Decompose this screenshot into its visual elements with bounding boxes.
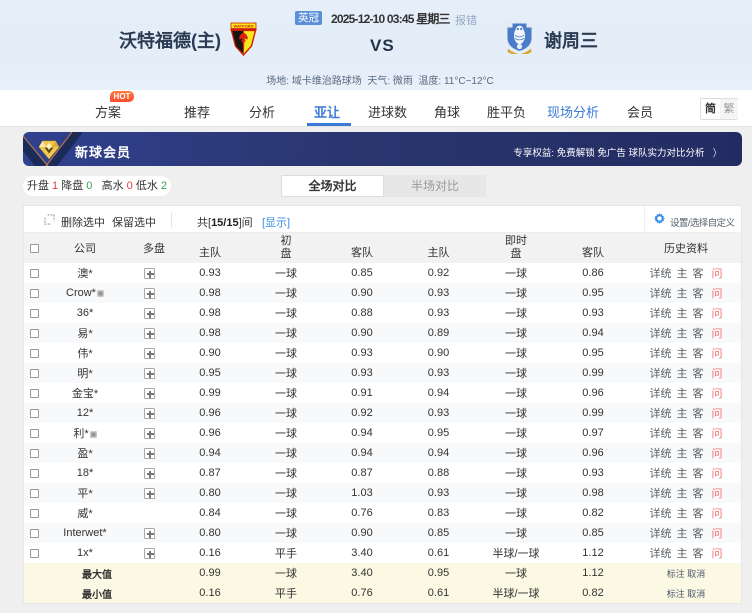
svg-text:WATFORD: WATFORD <box>234 24 254 29</box>
